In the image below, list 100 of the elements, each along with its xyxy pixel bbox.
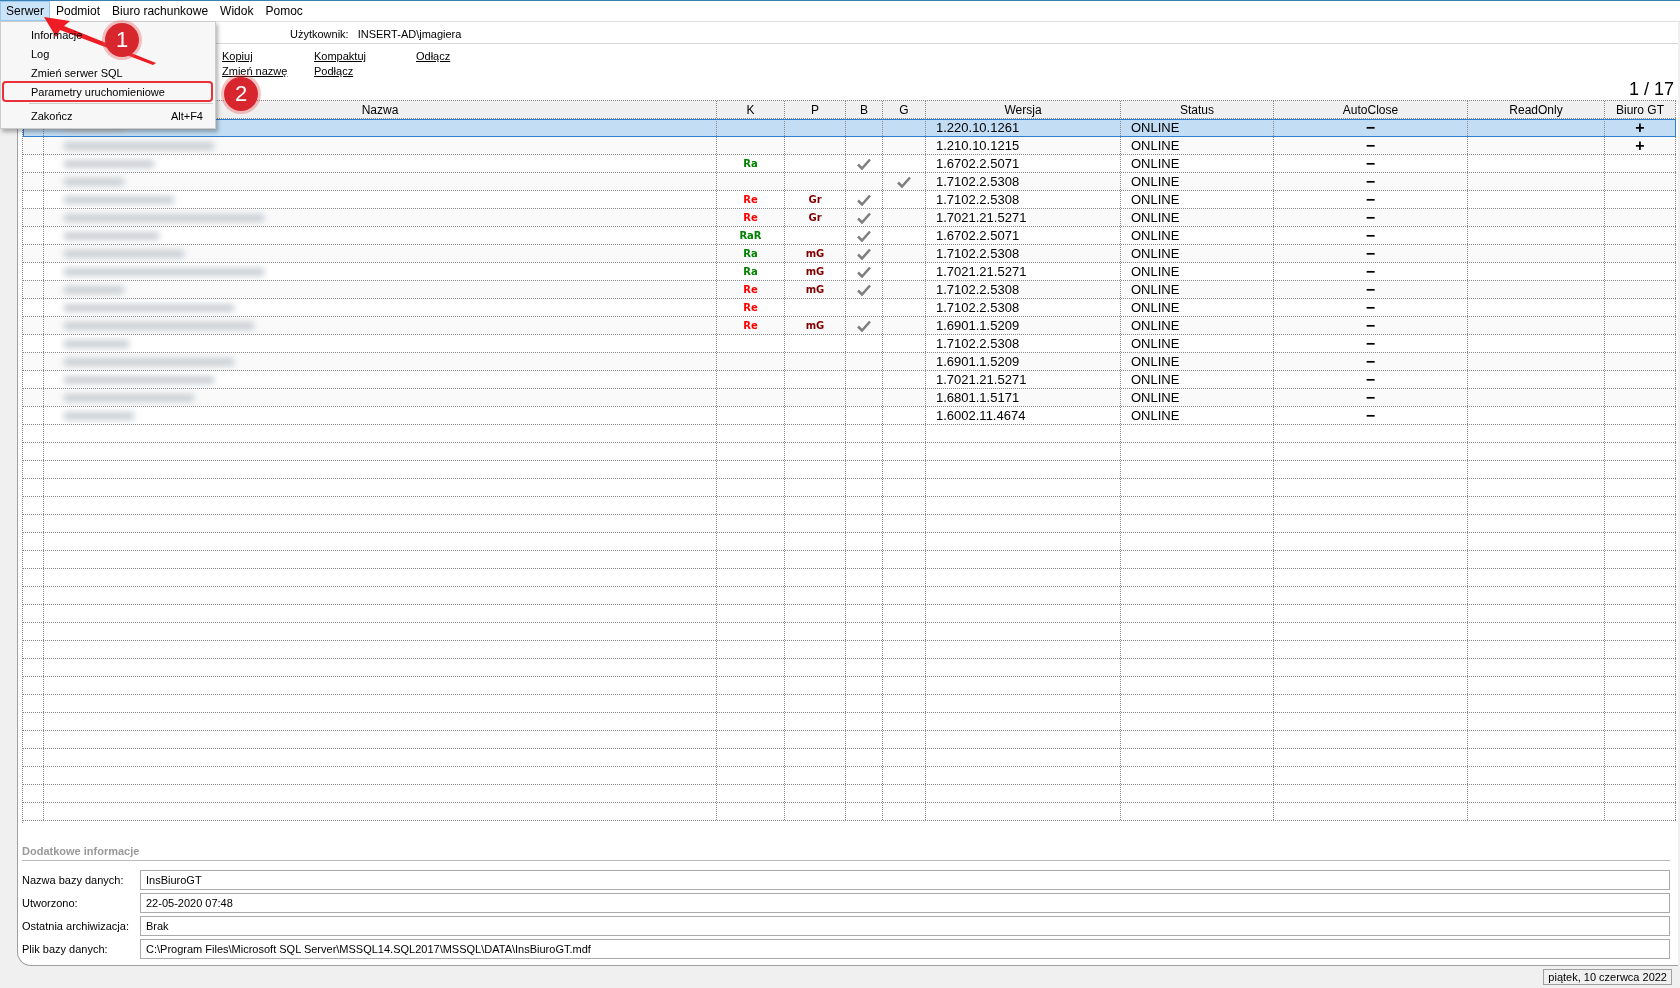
table-cell: ONLINE: [1131, 300, 1180, 315]
menu-entry[interactable]: Parametry uruchomieniowe: [31, 85, 165, 98]
table-row[interactable]: 1.6901.1.5209 ONLINE −: [23, 353, 1676, 371]
menu-item[interactable]: Widok: [214, 1, 260, 21]
table-cell: ONLINE: [1131, 120, 1180, 135]
code-label: RaR: [739, 230, 762, 241]
table-cell: 1.7021.21.5271: [936, 210, 1027, 225]
code-label: Gr: [808, 194, 822, 205]
column-header[interactable]: ReadOnly: [1468, 101, 1605, 118]
table-cell: 1.7021.21.5271: [936, 264, 1027, 279]
section-title: Dodatkowe informacje: [22, 831, 1670, 861]
table-row[interactable]: Re mG 1.7102.2.5308 ONLINE −: [23, 281, 1676, 299]
table-cell: ONLINE: [1131, 156, 1180, 171]
code-label: Ra: [743, 248, 758, 259]
table-cell: 1.6901.1.5209: [936, 354, 1020, 369]
column-header[interactable]: Wersja: [926, 101, 1121, 118]
table-cell: −: [1365, 281, 1376, 298]
field-label: Nazwa bazy danych:: [22, 874, 125, 886]
action-link[interactable]: Kompaktuj: [314, 50, 366, 62]
table-row[interactable]: 1.6801.1.5171 ONLINE −: [23, 389, 1676, 407]
code-label: mG: [805, 266, 825, 277]
table-cell: −: [1365, 245, 1376, 262]
table-cell: −: [1365, 407, 1376, 424]
table-cell: −: [1365, 371, 1376, 388]
table-cell: −: [1365, 317, 1376, 334]
table-cell: −: [1365, 227, 1376, 244]
menu-entry[interactable]: Log: [31, 47, 50, 60]
menu-entry[interactable]: Zmień serwer SQL: [31, 66, 123, 79]
text-field[interactable]: 22-05-2020 07:48: [140, 893, 1670, 913]
column-header[interactable]: Biuro GT: [1605, 101, 1676, 118]
table-cell: −: [1365, 209, 1376, 226]
table-cell: ONLINE: [1131, 408, 1180, 423]
menu-item[interactable]: Biuro rachunkowe: [106, 1, 215, 21]
menu-item[interactable]: Podmiot: [50, 1, 107, 21]
column-header[interactable]: AutoClose: [1274, 101, 1468, 118]
table-row[interactable]: Re mG 1.6901.1.5209 ONLINE −: [23, 317, 1676, 335]
table-cell: 1.6901.1.5209: [936, 318, 1020, 333]
table-cell: 1.220.10.1261: [936, 120, 1020, 135]
page-counter: 1 / 17: [1628, 79, 1674, 100]
field-label: Utworzono:: [22, 897, 79, 909]
status-date: piątek, 10 czerwca 2022: [1543, 969, 1672, 985]
table-cell: ONLINE: [1131, 318, 1180, 333]
code-label: Re: [743, 302, 758, 313]
table-row[interactable]: 1.6002.11.4674 ONLINE −: [23, 407, 1676, 425]
table-row[interactable]: Ra mG 1.7102.2.5308 ONLINE −: [23, 245, 1676, 263]
text-field[interactable]: C:\Program Files\Microsoft SQL Server\MSSQL14.SQL2017\MSSQL\DATA\InsBiuroGT.mdf: [140, 939, 1670, 959]
table-cell: ONLINE: [1131, 228, 1180, 243]
table-cell: ONLINE: [1131, 210, 1180, 225]
table-cell: 1.7021.21.5271: [936, 372, 1027, 387]
text-field[interactable]: InsBiuroGT: [140, 870, 1670, 890]
table-row[interactable]: 1.7102.2.5308 ONLINE −: [23, 173, 1676, 191]
code-label: Re: [743, 284, 758, 295]
table-cell: ONLINE: [1131, 354, 1180, 369]
table-cell: ONLINE: [1131, 192, 1180, 207]
table-cell: −: [1365, 173, 1376, 190]
code-label: mG: [805, 320, 825, 331]
action-link[interactable]: Kopiuj: [222, 50, 253, 62]
table-cell: 1.6801.1.5171: [936, 390, 1020, 405]
table-row[interactable]: Re Gr 1.7021.21.5271 ONLINE −: [23, 209, 1676, 227]
table-cell: −: [1365, 137, 1376, 154]
column-header[interactable]: B: [846, 101, 883, 118]
column-header[interactable]: K: [717, 101, 785, 118]
code-label: Re: [743, 194, 758, 205]
column-header[interactable]: G: [883, 101, 926, 118]
user-label: Użytkownik:: [290, 28, 349, 42]
table-cell: ONLINE: [1131, 246, 1180, 261]
table-row[interactable]: 1.220.10.1261 ONLINE − +: [23, 119, 1676, 137]
code-label: Gr: [808, 212, 822, 223]
table-cell: 1.210.10.1215: [936, 138, 1020, 153]
action-link[interactable]: Podłącz: [314, 65, 354, 77]
menu-item[interactable]: Serwer: [0, 1, 50, 21]
action-link[interactable]: Odłącz: [416, 50, 451, 62]
code-label: Re: [743, 320, 758, 331]
table-cell: ONLINE: [1131, 282, 1180, 297]
action-link[interactable]: Zmień nazwę: [222, 65, 288, 77]
table-cell: 1.7102.2.5308: [936, 246, 1020, 261]
table-row[interactable]: 1.210.10.1215 ONLINE − +: [23, 137, 1676, 155]
table-cell: +: [1635, 119, 1645, 136]
table-cell: −: [1365, 263, 1376, 280]
table-cell: 1.7102.2.5308: [936, 300, 1020, 315]
table-cell: 1.6702.2.5071: [936, 228, 1020, 243]
table-cell: −: [1365, 389, 1376, 406]
code-label: Ra: [743, 266, 758, 277]
table-cell: ONLINE: [1131, 264, 1180, 279]
column-header[interactable]: Status: [1121, 101, 1274, 118]
table-cell: ONLINE: [1131, 390, 1180, 405]
menu-item[interactable]: Pomoc: [259, 1, 309, 21]
table-cell: −: [1365, 335, 1376, 352]
column-header[interactable]: P: [785, 101, 846, 118]
table-cell: ONLINE: [1131, 174, 1180, 189]
table-cell: 1.7102.2.5308: [936, 336, 1020, 351]
code-label: Ra: [743, 158, 758, 169]
table-cell: −: [1365, 119, 1376, 136]
table-cell: −: [1365, 353, 1376, 370]
table-cell: ONLINE: [1131, 336, 1180, 351]
table-cell: 1.7102.2.5308: [936, 174, 1020, 189]
code-label: Re: [743, 212, 758, 223]
table-cell: 1.6702.2.5071: [936, 156, 1020, 171]
text-field[interactable]: Brak: [140, 916, 1670, 936]
table-cell: −: [1365, 191, 1376, 208]
